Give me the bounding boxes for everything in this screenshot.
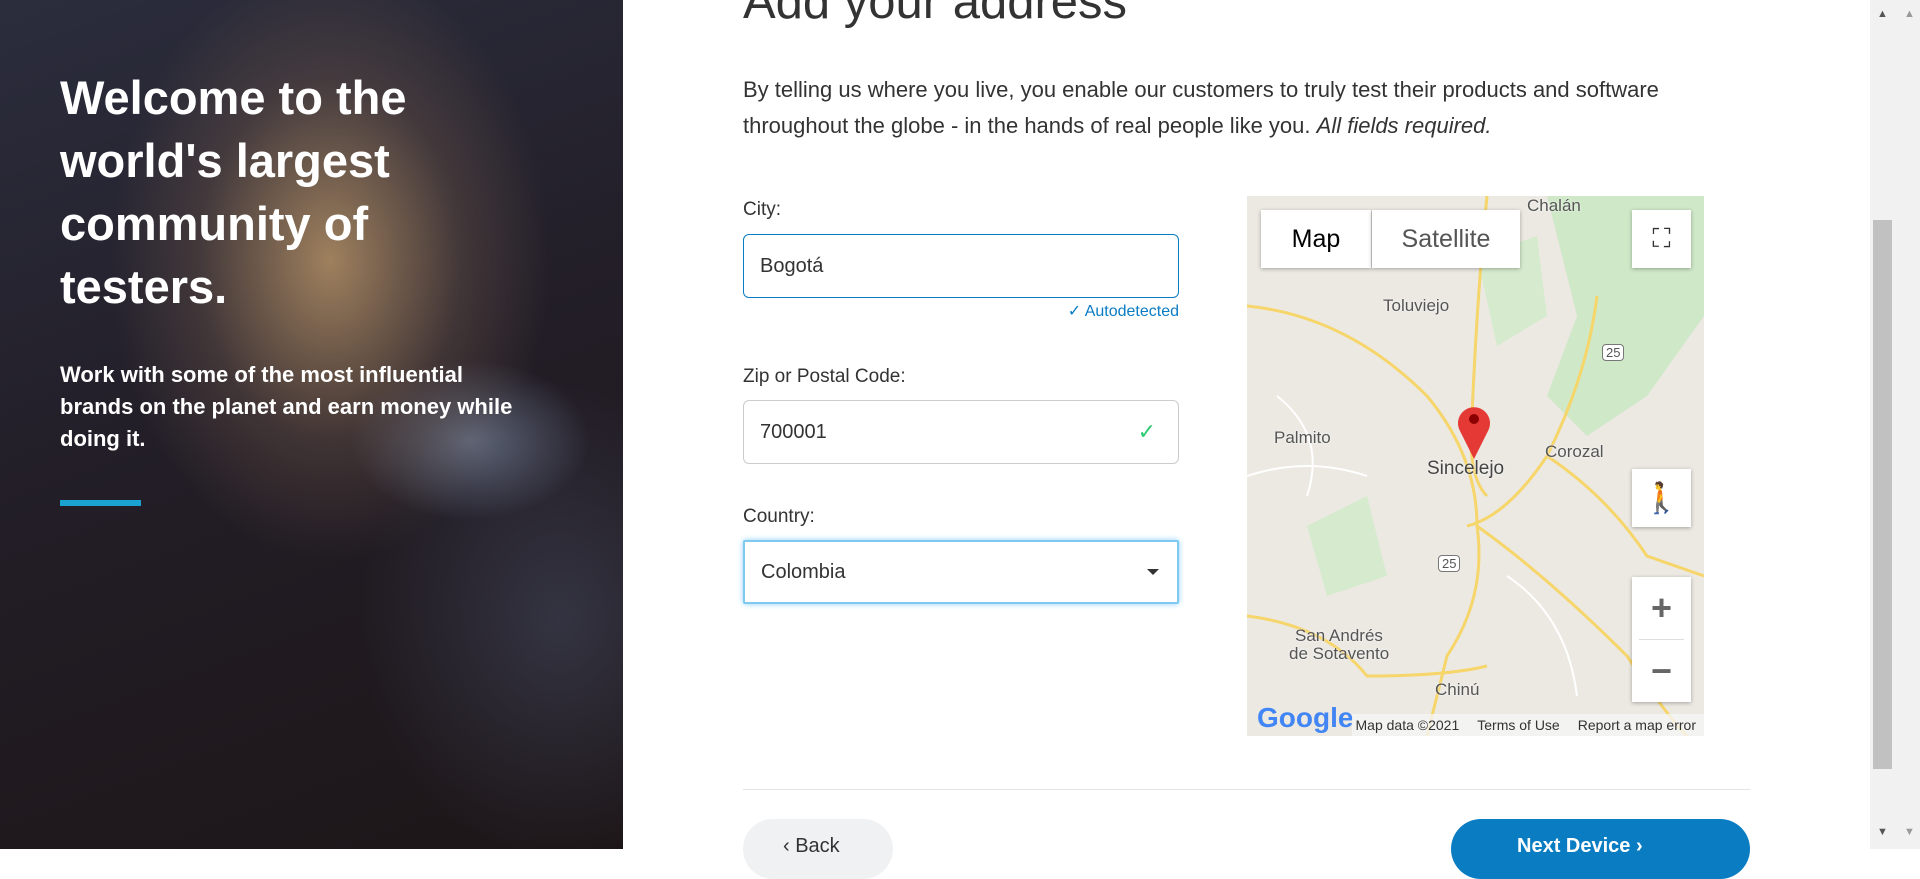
map-label-chalan: Chalán: [1527, 196, 1581, 215]
map[interactable]: Chalán Toluviejo Palmito Sincelejo Coroz…: [1247, 196, 1704, 736]
next-label: Next Device: [1517, 835, 1631, 857]
page-title: Add your address: [743, 0, 1128, 29]
chevron-right-icon: ›: [1630, 835, 1643, 857]
dropdown-caret-icon: [1147, 569, 1159, 575]
accent-bar: [60, 500, 141, 506]
intro-body: By telling us where you live, you enable…: [743, 77, 1659, 138]
route-shield: 25: [1438, 555, 1461, 572]
map-label-toluviejo: Toluviejo: [1383, 296, 1450, 315]
country-label: Country:: [743, 506, 815, 527]
hero-title: Welcome to the world's largest community…: [60, 71, 407, 313]
back-button[interactable]: ‹ Back: [743, 819, 893, 879]
map-tab[interactable]: Map: [1261, 210, 1371, 268]
fullscreen-icon[interactable]: ⛶: [1632, 210, 1691, 268]
next-button[interactable]: Next Device ›: [1451, 819, 1750, 879]
map-label-palmito: Palmito: [1274, 428, 1331, 447]
map-footer: Map data ©2021 Terms of Use Report a map…: [1351, 714, 1704, 736]
check-icon: ✓: [1067, 303, 1085, 320]
report-error-link[interactable]: Report a map error: [1578, 717, 1696, 733]
map-label-chinu: Chinú: [1435, 680, 1480, 699]
intro-text: By telling us where you live, you enable…: [743, 72, 1753, 144]
scroll-down-icon[interactable]: ▼: [1904, 826, 1915, 838]
hero-panel: Welcome to the world's largest community…: [0, 0, 623, 849]
divider: [743, 789, 1750, 790]
scroll-up-icon[interactable]: ▲: [1904, 8, 1915, 20]
chevron-left-icon: ‹: [783, 835, 796, 857]
city-input[interactable]: Bogotá: [743, 234, 1179, 298]
autodetected-label: Autodetected: [1084, 303, 1179, 320]
map-label-sotavento: de Sotavento: [1289, 644, 1390, 663]
city-label: City:: [743, 199, 781, 220]
scroll-up-icon[interactable]: ▲: [1877, 8, 1888, 20]
satellite-tab[interactable]: Satellite: [1372, 210, 1520, 268]
country-value: Colombia: [761, 560, 846, 583]
intro-required-note: All fields required.: [1316, 113, 1492, 138]
back-label: Back: [795, 835, 840, 857]
map-label-san-andres: San Andrés: [1295, 626, 1383, 645]
zoom-control: + −: [1632, 577, 1691, 702]
map-label-sincelejo: Sincelejo: [1427, 458, 1505, 479]
map-data-credit: Map data ©2021: [1355, 717, 1460, 733]
zip-label: Zip or Postal Code:: [743, 366, 906, 387]
scrollbar-thumb[interactable]: [1873, 220, 1892, 769]
zoom-out-button[interactable]: −: [1651, 640, 1672, 702]
zip-value: 700001: [760, 420, 827, 443]
zip-input[interactable]: 700001 ✓: [743, 400, 1179, 464]
route-shield: 25: [1602, 344, 1625, 361]
scroll-down-icon[interactable]: ▼: [1877, 826, 1888, 838]
zoom-in-button[interactable]: +: [1639, 578, 1684, 640]
country-select[interactable]: Colombia: [743, 540, 1179, 604]
hero-subtitle: Work with some of the most influential b…: [60, 362, 513, 451]
map-pin-icon: [1458, 407, 1490, 459]
scrollbar[interactable]: ▲ ▲ ▼ ▼: [1870, 0, 1920, 849]
valid-check-icon: ✓: [1137, 419, 1156, 444]
autodetected-status: ✓ Autodetected: [743, 301, 1179, 321]
map-label-corozal: Corozal: [1545, 442, 1604, 461]
pegman-icon[interactable]: 🚶: [1632, 469, 1691, 527]
google-logo: Google: [1257, 702, 1354, 733]
terms-link[interactable]: Terms of Use: [1477, 717, 1559, 733]
city-value: Bogotá: [760, 254, 824, 277]
